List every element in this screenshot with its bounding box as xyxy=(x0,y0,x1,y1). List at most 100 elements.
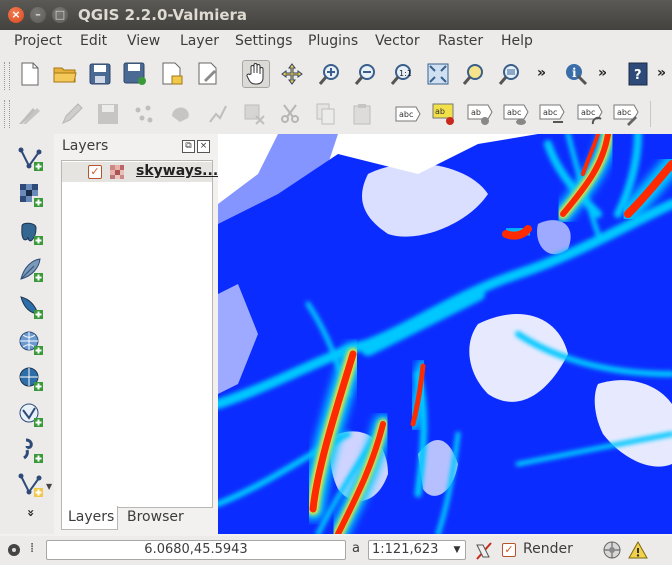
menu-vector[interactable]: Vector xyxy=(375,33,420,49)
menu-plugins[interactable]: Plugins xyxy=(308,33,358,49)
toolbar-separator xyxy=(650,101,651,127)
layer-tree[interactable]: ✓ skyways... xyxy=(61,160,218,508)
main-toolbar: 1:1 » i » ? » xyxy=(0,54,672,98)
pan-to-selection-icon[interactable] xyxy=(278,60,306,88)
status-bar: ⁞ 6.0680,45.5943 a 1:121,623 ▼ ✓ Render xyxy=(0,536,672,565)
zoom-out-icon[interactable] xyxy=(352,60,380,88)
close-window-icon[interactable]: × xyxy=(8,7,24,23)
map-canvas[interactable] xyxy=(218,134,672,534)
close-panel-icon[interactable]: × xyxy=(197,140,210,153)
coordinate-field[interactable]: 6.0680,45.5943 xyxy=(46,540,346,560)
zoom-in-icon[interactable] xyxy=(316,60,344,88)
new-print-composer-icon[interactable] xyxy=(158,60,186,88)
label-tool-icon[interactable]: abc xyxy=(394,100,422,128)
toolbar-overflow-3-icon[interactable]: » xyxy=(657,65,666,81)
add-wms-layer-icon[interactable] xyxy=(16,328,46,358)
tab-browser[interactable]: Browser xyxy=(121,506,197,530)
zoom-actual-size-icon[interactable]: 1:1 xyxy=(388,60,416,88)
add-vector-layer-icon[interactable] xyxy=(16,144,46,174)
rotate-label-icon[interactable]: abc xyxy=(538,100,566,128)
scale-value: 1:121,623 xyxy=(372,542,439,557)
new-shapefile-layer-icon[interactable] xyxy=(16,470,46,500)
svg-text:ab: ab xyxy=(471,108,481,117)
copy-features-icon[interactable] xyxy=(312,100,340,128)
maximize-window-icon[interactable]: □ xyxy=(52,7,68,23)
tab-layers[interactable]: Layers xyxy=(61,506,118,530)
menu-edit[interactable]: Edit xyxy=(80,33,107,49)
current-edits-icon[interactable] xyxy=(16,100,44,128)
zoom-to-selection-icon[interactable] xyxy=(460,60,488,88)
toolbar-grip[interactable] xyxy=(4,62,10,90)
toolbar-overflow-2-icon[interactable]: » xyxy=(598,65,607,81)
manage-layers-toolbar: ▼ » xyxy=(0,134,54,534)
menu-project[interactable]: Project xyxy=(14,33,62,49)
add-wcs-layer-icon[interactable] xyxy=(16,364,46,394)
menu-settings[interactable]: Settings xyxy=(235,33,292,49)
float-panel-icon[interactable]: ⧉ xyxy=(182,140,195,153)
menu-layer[interactable]: Layer xyxy=(180,33,219,49)
add-mssql-layer-icon[interactable] xyxy=(16,292,46,322)
menu-help[interactable]: Help xyxy=(501,33,533,49)
toggle-extents-icon[interactable] xyxy=(6,540,22,564)
help-contents-icon[interactable]: ? xyxy=(624,60,652,88)
pan-map-icon[interactable] xyxy=(242,60,270,88)
crs-status-icon[interactable] xyxy=(602,540,622,564)
add-feature-icon[interactable] xyxy=(130,100,158,128)
add-delimited-text-layer-icon[interactable] xyxy=(16,436,46,466)
layer-name: skyways... xyxy=(136,163,219,179)
zoom-full-icon[interactable] xyxy=(424,60,452,88)
rotate-label-2-icon[interactable]: abc xyxy=(576,100,604,128)
paste-features-icon[interactable] xyxy=(348,100,376,128)
svg-text:abc: abc xyxy=(543,108,557,117)
change-label-icon[interactable]: abc xyxy=(612,100,640,128)
layer-item-skyways[interactable]: ✓ skyways... xyxy=(62,162,218,182)
menu-raster[interactable]: Raster xyxy=(438,33,483,49)
save-layer-edits-icon[interactable] xyxy=(94,100,122,128)
svg-text:abc: abc xyxy=(399,110,413,119)
add-wfs-layer-icon[interactable] xyxy=(16,400,46,430)
heatmap-raster xyxy=(218,134,672,534)
svg-text:?: ? xyxy=(634,68,642,83)
svg-text:i: i xyxy=(572,66,577,80)
composer-manager-icon[interactable] xyxy=(194,60,222,88)
minimize-window-icon[interactable]: – xyxy=(30,7,46,23)
layers-panel-title: Layers xyxy=(62,138,109,154)
add-raster-layer-icon[interactable] xyxy=(16,180,46,210)
messages-warning-icon[interactable] xyxy=(628,540,648,564)
scale-combobox[interactable]: 1:121,623 ▼ xyxy=(368,540,466,560)
delete-selected-icon[interactable] xyxy=(240,100,268,128)
window-title: QGIS 2.2.0-Valmiera xyxy=(78,6,248,24)
node-tool-icon[interactable] xyxy=(204,100,232,128)
cut-features-icon[interactable] xyxy=(276,100,304,128)
zoom-to-layer-icon[interactable] xyxy=(496,60,524,88)
render-label: Render xyxy=(523,541,573,557)
save-as-icon[interactable] xyxy=(121,60,149,88)
new-project-icon[interactable] xyxy=(16,60,44,88)
toolbar-grip[interactable] xyxy=(4,100,10,128)
layer-visibility-checkbox[interactable]: ✓ xyxy=(88,165,102,179)
open-project-icon[interactable] xyxy=(51,60,79,88)
toolbar-overflow-icon[interactable]: » xyxy=(537,65,546,81)
left-toolbar-overflow-icon[interactable]: » xyxy=(24,509,38,517)
move-feature-icon[interactable] xyxy=(166,100,194,128)
new-layer-dropdown-icon[interactable]: ▼ xyxy=(46,482,52,491)
scale-label: a xyxy=(352,541,360,556)
svg-text:1:1: 1:1 xyxy=(399,69,412,78)
digitizing-toolbar: abc ab ab abc abc abc abc xyxy=(0,94,672,134)
scale-dropdown-icon[interactable]: ▼ xyxy=(449,541,465,559)
render-checkbox[interactable]: ✓ xyxy=(502,543,516,557)
add-postgis-layer-icon[interactable] xyxy=(16,218,46,248)
svg-text:abc: abc xyxy=(507,108,521,117)
svg-text:ab: ab xyxy=(435,107,445,116)
title-bar: × – □ QGIS 2.2.0-Valmiera xyxy=(0,0,672,30)
add-spatialite-layer-icon[interactable] xyxy=(16,255,46,285)
menu-view[interactable]: View xyxy=(127,33,160,49)
save-project-icon[interactable] xyxy=(86,60,114,88)
stop-render-icon[interactable] xyxy=(474,539,494,565)
pin-labels-icon[interactable]: ab xyxy=(430,100,458,128)
toggle-editing-icon[interactable] xyxy=(58,100,86,128)
identify-features-icon[interactable]: i xyxy=(562,60,590,88)
move-label-icon[interactable]: abc xyxy=(502,100,530,128)
layers-panel: Layers ⧉ × ✓ skyways... Layers Browser xyxy=(58,134,218,534)
show-hide-labels-icon[interactable]: ab xyxy=(466,100,494,128)
